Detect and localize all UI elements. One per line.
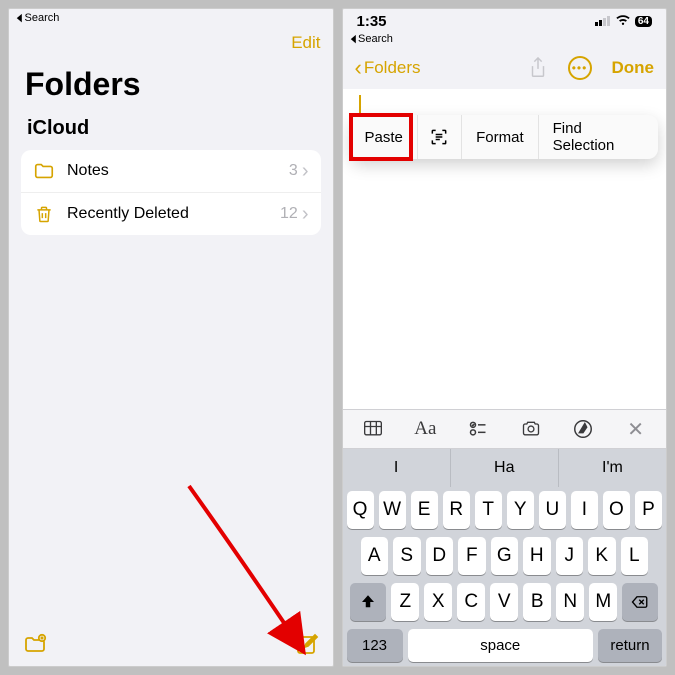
key-row-2: A S D F G H J K L (343, 533, 667, 579)
key[interactable]: M (589, 583, 617, 621)
text-cursor (359, 95, 361, 115)
key[interactable]: Z (391, 583, 419, 621)
key[interactable]: Q (347, 491, 374, 529)
key[interactable]: V (490, 583, 518, 621)
new-folder-icon[interactable] (23, 632, 47, 656)
signal-icon (595, 14, 611, 29)
note-text-area[interactable]: Paste Format Find Selection (343, 89, 667, 409)
return-key[interactable]: return (598, 629, 662, 662)
key[interactable]: A (361, 537, 389, 575)
share-icon[interactable] (528, 57, 548, 79)
back-to-folders[interactable]: ‹Folders (355, 55, 421, 81)
key[interactable]: H (523, 537, 551, 575)
folder-label: Notes (67, 162, 109, 180)
folders-list: Notes 3 › Recently Deleted 12 › (21, 150, 321, 235)
key[interactable]: P (635, 491, 662, 529)
nav-bar: ‹Folders ••• Done (343, 47, 667, 89)
back-to-search[interactable]: ◀ Search (9, 9, 333, 26)
phone-folders-view: ◀ Search Edit Folders iCloud Notes 3 › R… (8, 8, 334, 667)
key[interactable]: J (556, 537, 584, 575)
menu-scan-text-icon[interactable] (418, 115, 462, 159)
compose-icon[interactable] (295, 632, 319, 656)
keyboard: Aa ✕ I Ha I'm Q W E R T Y U I O P (343, 409, 667, 666)
folder-count: 3 (289, 162, 298, 180)
battery-badge: 64 (635, 16, 652, 27)
keyboard-toolbar: Aa ✕ (343, 409, 667, 449)
key[interactable]: U (539, 491, 566, 529)
space-key[interactable]: space (408, 629, 594, 662)
page-title: Folders (9, 26, 333, 113)
status-bar: 1:35 64 (343, 9, 667, 30)
close-keyboard-icon[interactable]: ✕ (623, 418, 649, 440)
folder-count: 12 (280, 205, 298, 223)
key[interactable]: R (443, 491, 470, 529)
more-icon[interactable]: ••• (568, 56, 592, 80)
key[interactable]: W (379, 491, 406, 529)
key[interactable]: F (458, 537, 486, 575)
key[interactable]: G (491, 537, 519, 575)
key[interactable]: L (621, 537, 649, 575)
table-icon[interactable] (360, 418, 386, 440)
menu-format[interactable]: Format (462, 115, 539, 159)
suggestion[interactable]: I'm (558, 449, 666, 487)
suggestion-bar: I Ha I'm (343, 449, 667, 487)
text-format-icon[interactable]: Aa (412, 418, 438, 440)
shift-key[interactable] (350, 583, 386, 621)
wifi-icon (615, 14, 631, 29)
key[interactable]: C (457, 583, 485, 621)
markup-icon[interactable] (570, 418, 596, 440)
key-row-1: Q W E R T Y U I O P (343, 487, 667, 533)
status-time: 1:35 (357, 13, 387, 30)
folder-row-recently-deleted[interactable]: Recently Deleted 12 › (21, 192, 321, 235)
key[interactable]: X (424, 583, 452, 621)
key[interactable]: B (523, 583, 551, 621)
folder-label: Recently Deleted (67, 205, 189, 223)
key-row-4: 123 space return (343, 625, 667, 666)
key-row-3: Z X C V B N M (343, 579, 667, 625)
section-header-icloud: iCloud (9, 113, 333, 150)
key[interactable]: Y (507, 491, 534, 529)
edit-button[interactable]: Edit (291, 33, 320, 53)
trash-icon (33, 203, 55, 225)
key[interactable]: D (426, 537, 454, 575)
suggestion[interactable]: I (343, 449, 450, 487)
backspace-key[interactable] (622, 583, 658, 621)
context-menu: Paste Format Find Selection (351, 115, 659, 159)
numbers-key[interactable]: 123 (347, 629, 403, 662)
suggestion[interactable]: Ha (450, 449, 558, 487)
folder-row-notes[interactable]: Notes 3 › (21, 150, 321, 192)
key[interactable]: E (411, 491, 438, 529)
done-button[interactable]: Done (612, 58, 655, 78)
key[interactable]: T (475, 491, 502, 529)
key[interactable]: S (393, 537, 421, 575)
folder-icon (33, 160, 55, 182)
phone-note-editor: 1:35 64 ◀ Search ‹Folders ••• Done (342, 8, 668, 667)
checklist-icon[interactable] (465, 418, 491, 440)
menu-paste[interactable]: Paste (351, 115, 418, 159)
annotation-arrow (179, 476, 319, 656)
key[interactable]: K (588, 537, 616, 575)
key[interactable]: O (603, 491, 630, 529)
back-to-search[interactable]: ◀ Search (343, 30, 667, 47)
chevron-right-icon: › (302, 204, 309, 224)
camera-icon[interactable] (518, 418, 544, 440)
key[interactable]: I (571, 491, 598, 529)
chevron-right-icon: › (302, 161, 309, 181)
menu-find-selection[interactable]: Find Selection (539, 115, 658, 159)
key[interactable]: N (556, 583, 584, 621)
